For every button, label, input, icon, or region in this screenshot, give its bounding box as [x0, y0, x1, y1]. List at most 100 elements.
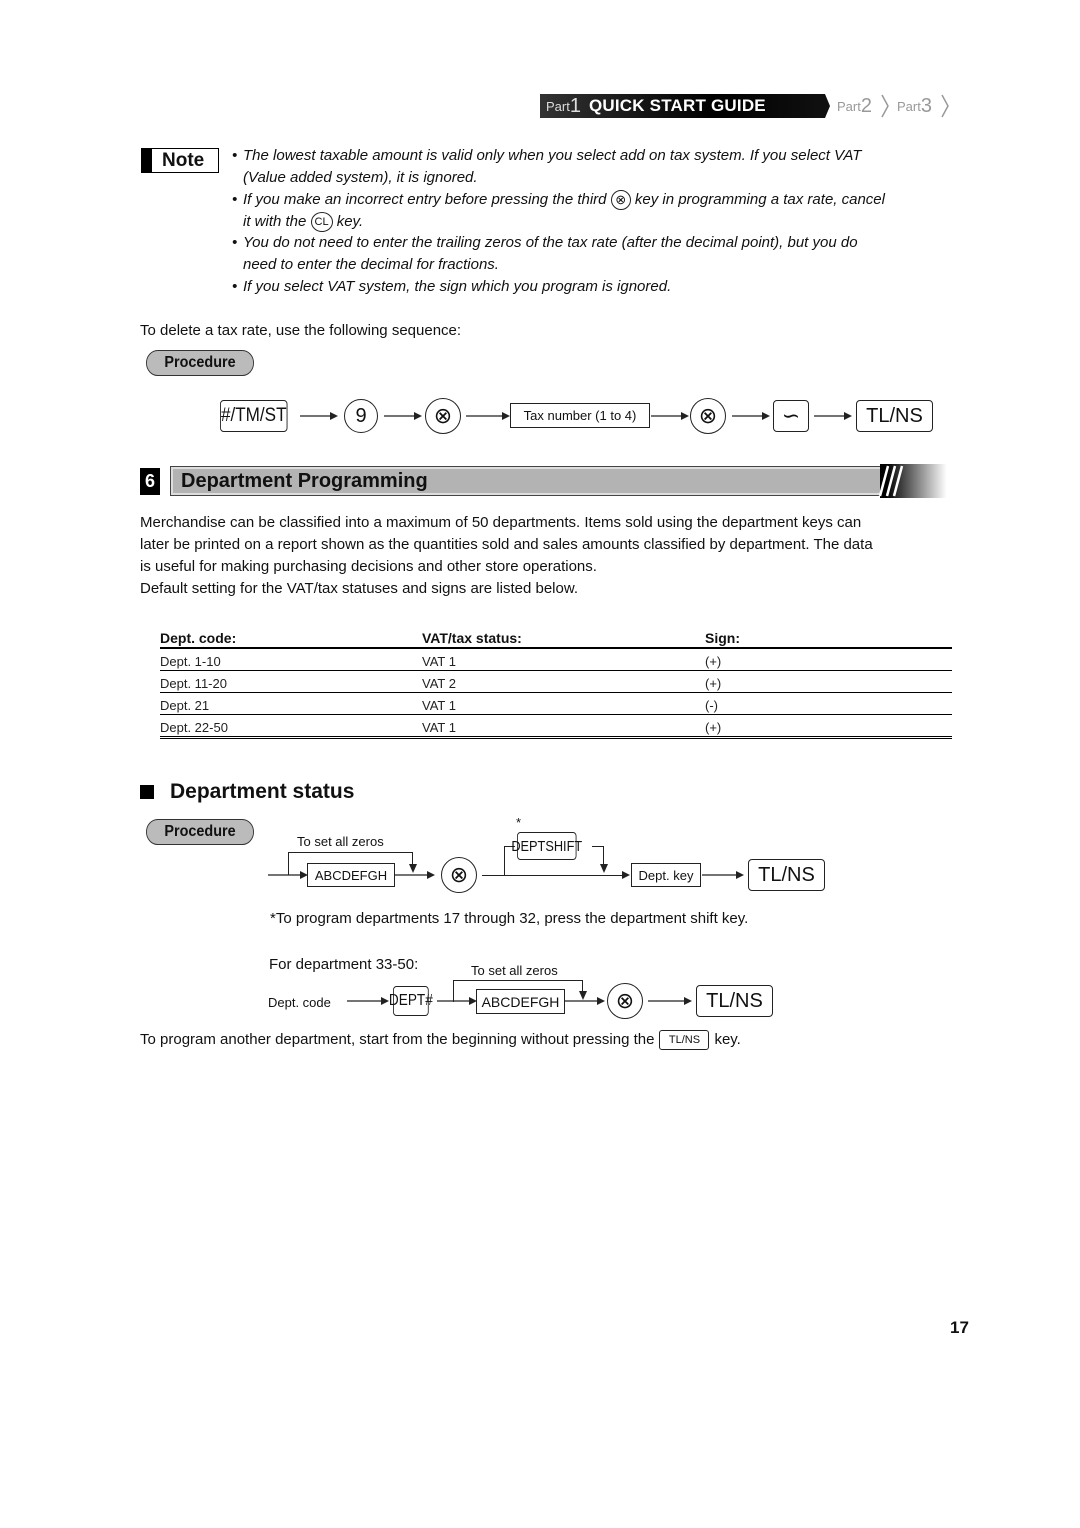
arrow-right-icon: [702, 871, 744, 879]
arrow-right-icon: [395, 871, 435, 879]
clear-key-icon: CL: [310, 212, 333, 233]
arrow-right-icon: [437, 997, 477, 1005]
header-vat-status: VAT/tax status:: [422, 630, 522, 646]
cell-dept-code: Dept. 22-50: [160, 720, 228, 735]
part1-tab: Part 1 QUICK START GUIDE: [540, 94, 830, 118]
procedure-label: Procedure: [146, 350, 254, 376]
department-status-heading: Department status: [140, 780, 354, 804]
note-text: (Value added system), it is ignored.: [243, 169, 478, 186]
part2-number: 2: [860, 94, 872, 117]
tl-ns-key: TL/NS: [696, 985, 773, 1017]
table-row: Dept. 22-50 VAT 1 (+): [160, 715, 952, 739]
abcdefgh-box: ABCDEFGH: [476, 989, 565, 1014]
part2-tab: Part 2: [837, 94, 872, 118]
multiply-key-icon: ⊗: [441, 857, 477, 893]
another-department-note: To program another department, start fro…: [140, 1029, 741, 1051]
bullet: •: [232, 234, 238, 251]
part3-number: 3: [920, 94, 932, 117]
chevron-right-icon: [941, 94, 949, 118]
cell-dept-code: Dept. 21: [160, 698, 210, 713]
multiply-key-icon: ⊗: [610, 190, 631, 211]
cell-sign: (+): [705, 654, 722, 669]
arrow-down-icon: [600, 864, 608, 873]
table-header-row: Dept. code: VAT/tax status: Sign:: [160, 628, 952, 649]
section-title: Department Programming: [181, 470, 428, 492]
arrow-right-icon: [347, 997, 389, 1005]
note-text: If you select VAT system, the sign which…: [243, 278, 672, 295]
dept-number-key: DEPT#: [389, 986, 433, 1016]
bullet: •: [232, 191, 238, 208]
arrow-right-icon: [300, 412, 338, 420]
note-text: You do not need to enter the trailing ze…: [243, 234, 858, 251]
department-status-title: Department status: [170, 780, 355, 803]
asterisk-mark: *: [516, 815, 522, 830]
arrow-right-icon: [648, 997, 692, 1005]
slash-decoration-icon: [878, 465, 904, 497]
arrow-right-icon: [466, 412, 510, 420]
cell-vat-status: VAT 1: [422, 720, 456, 735]
dept-shift-key: DEPTSHIFT: [511, 832, 582, 860]
note-item: • If you select VAT system, the sign whi…: [232, 276, 952, 298]
vat-default-table: Dept. code: VAT/tax status: Sign: Dept. …: [160, 628, 952, 739]
delete-intro: To delete a tax rate, use the following …: [140, 322, 462, 339]
bullet: •: [232, 147, 238, 164]
multiply-key-icon: ⊗: [690, 398, 726, 434]
void-key-icon: ∽: [773, 400, 809, 432]
cell-vat-status: VAT 1: [422, 654, 456, 669]
table-row: Dept. 1-10 VAT 1 (+): [160, 649, 952, 671]
tl-ns-key: TL/NS: [856, 400, 933, 432]
header-sign: Sign:: [705, 630, 740, 646]
another-text: To program another department, start fro…: [140, 1031, 655, 1048]
bullet: •: [232, 278, 238, 295]
tm-st-key: #/TM/ST: [220, 400, 288, 432]
arrow-right-icon: [814, 412, 852, 420]
intro-line: later be printed on a report shown as th…: [140, 536, 873, 553]
table-row: Dept. 11-20 VAT 2 (+): [160, 671, 952, 693]
note-badge: Note: [141, 148, 219, 173]
part3-word: Part: [897, 98, 921, 114]
nine-key: 9: [344, 399, 378, 433]
table-row: Dept. 21 VAT 1 (-): [160, 693, 952, 715]
note-text-part: key.: [336, 213, 364, 230]
note-text: If you make an incorrect entry before pr…: [232, 189, 952, 211]
dept-shift-footnote: *To program departments 17 through 32, p…: [270, 910, 749, 927]
note-text: need to enter the decimal for fractions.: [243, 256, 499, 273]
intro-line: Merchandise can be classified into a max…: [140, 514, 862, 531]
tax-number-box: Tax number (1 to 4): [510, 403, 650, 428]
abcdefgh-box: ABCDEFGH: [307, 863, 395, 887]
square-bullet-icon: [140, 785, 154, 799]
note-text-part: key in programming a tax rate, cancel: [634, 191, 885, 208]
note-text-part: it with the: [243, 213, 307, 230]
procedure-label: Procedure: [146, 819, 254, 845]
page-number: 17: [950, 1318, 969, 1337]
note-item: • If you make an incorrect entry before …: [232, 189, 952, 233]
cell-sign: (-): [705, 698, 718, 713]
quick-start-guide-title: QUICK START GUIDE: [588, 96, 766, 115]
tl-ns-key: TL/NS: [748, 859, 825, 891]
cell-sign: (+): [705, 720, 722, 735]
chevron-right-icon: [881, 94, 889, 118]
dept-key-box: Dept. key: [631, 863, 701, 887]
note-item: • You do not need to enter the trailing …: [232, 232, 952, 276]
note-text: The lowest taxable amount is valid only …: [243, 147, 862, 164]
cell-dept-code: Dept. 11-20: [160, 676, 227, 691]
multiply-key-icon: ⊗: [607, 983, 643, 1019]
cell-dept-code: Dept. 1-10: [160, 654, 221, 669]
note-label: Note: [162, 149, 205, 171]
multiply-key-icon: ⊗: [425, 398, 461, 434]
note-text-part: If you make an incorrect entry before pr…: [243, 191, 607, 208]
part3-tab: Part 3: [897, 94, 932, 118]
arrow-right-icon: [384, 412, 422, 420]
for-department-label: For department 33-50:: [269, 956, 419, 973]
intro-line: Default setting for the VAT/tax statuses…: [140, 580, 579, 597]
set-all-zeros-label: To set all zeros: [297, 834, 384, 849]
part2-word: Part: [837, 98, 861, 114]
arrow-right-icon: [268, 871, 308, 879]
header-dept-code: Dept. code:: [160, 630, 237, 646]
section-number: 6: [140, 468, 160, 495]
intro-line: is useful for making purchasing decision…: [140, 558, 597, 575]
part1-number: 1: [569, 94, 581, 117]
arrow-right-icon: [732, 412, 770, 420]
note-item: • The lowest taxable amount is valid onl…: [232, 145, 952, 189]
set-all-zeros-label: To set all zeros: [471, 963, 558, 978]
